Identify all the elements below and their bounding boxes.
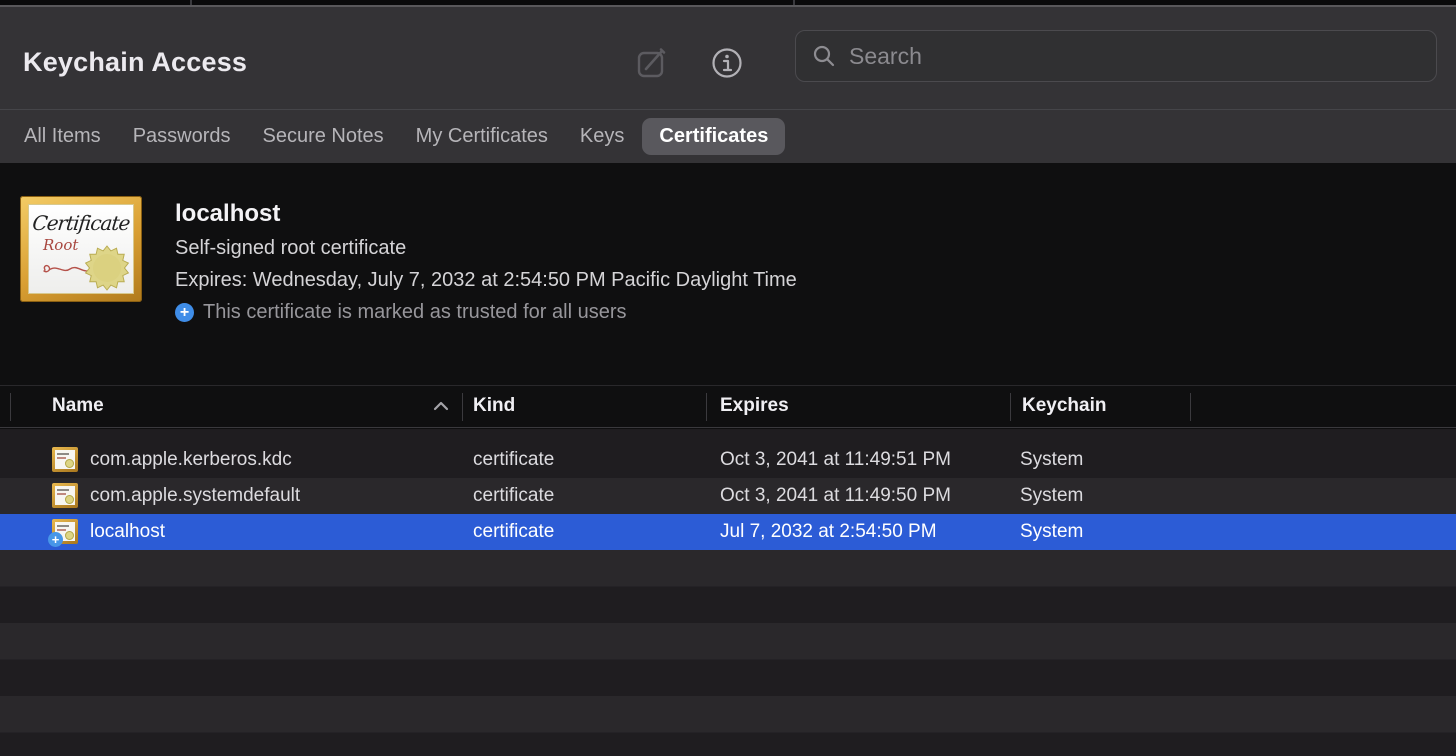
search-field[interactable] [795,30,1437,82]
table-row[interactable]: com.apple.kerberos.kdc certificate Oct 3, … [0,442,1456,478]
certificate-detail-panel: Certificate Root localhost Self-signed r… [20,196,797,323]
title-bar: Keychain Access [0,7,1456,109]
detail-type: Self-signed root certificate [175,237,797,259]
cell-expires: Jul 7, 2032 at 2:54:50 PM [720,514,937,550]
cell-kind: certificate [473,478,554,514]
table-row[interactable]: + localhost certificate Jul 7, 2032 at 2:54… [0,514,1456,550]
cell-expires: Oct 3, 2041 at 11:49:50 PM [720,478,951,514]
column-divider[interactable] [1190,393,1191,421]
cell-name: com.apple.kerberos.kdc [90,442,292,478]
keychain-access-window: Keychain Access All ItemsPasswordsSecure [0,0,1456,756]
cell-kind: certificate [473,514,554,550]
column-header-keychain[interactable]: Keychain [1022,395,1106,417]
table-row[interactable]: com.apple.systemdefault certificate Oct 3,… [0,478,1456,514]
column-divider[interactable] [462,393,463,421]
column-divider[interactable] [706,393,707,421]
cell-keychain: System [1020,478,1083,514]
empty-rows-area[interactable] [0,550,1456,756]
column-header-expires[interactable]: Expires [720,395,789,417]
certificate-icon [52,447,78,472]
table-header: Name Kind Expires Keychain [0,385,1456,428]
tab-certificates[interactable]: Certificates [642,118,785,155]
tab-my-certificates[interactable]: My Certificates [416,118,548,155]
detail-trust-note: This certificate is marked as trusted fo… [203,301,626,323]
column-divider[interactable] [1010,393,1011,421]
tab-all-items[interactable]: All Items [24,118,101,155]
tab-keys[interactable]: Keys [580,118,624,155]
detail-name: localhost [175,201,797,227]
column-divider [10,393,11,421]
content-area: Certificate Root localhost Self-signed r… [0,163,1456,756]
trusted-plus-icon: + [175,303,194,322]
trusted-plus-badge: + [48,532,63,547]
sort-ascending-icon [433,401,449,411]
table-body: com.apple.kerberos.kdc certificate Oct 3, … [0,429,1456,550]
certificate-icon: + [52,519,78,544]
detail-expires: Expires: Wednesday, July 7, 2032 at 2:54… [175,269,797,291]
cell-name: localhost [90,514,165,550]
search-icon [812,44,836,68]
cell-keychain: System [1020,442,1083,478]
table-body-spacer [0,429,1456,442]
certificate-icon [52,483,78,508]
certificate-icon-title: Certificate [28,211,134,235]
cell-name: com.apple.systemdefault [90,478,300,514]
column-header-kind[interactable]: Kind [473,395,515,417]
info-icon[interactable] [711,47,743,79]
cell-kind: certificate [473,442,554,478]
column-header-name[interactable]: Name [52,395,104,417]
compose-icon[interactable] [636,47,668,79]
cell-expires: Oct 3, 2041 at 11:49:51 PM [720,442,951,478]
category-tab-bar: All Items Passwords Secure Notes My Certifi… [0,109,1456,163]
gold-seal [84,245,130,291]
tab-passwords[interactable]: Passwords [133,118,231,155]
cell-keychain: System [1020,514,1083,550]
search-input[interactable] [849,43,1420,70]
page-title: Keychain Access [23,47,247,78]
tab-secure-notes[interactable]: Secure Notes [263,118,384,155]
certificate-root-icon: Certificate Root [20,196,142,302]
